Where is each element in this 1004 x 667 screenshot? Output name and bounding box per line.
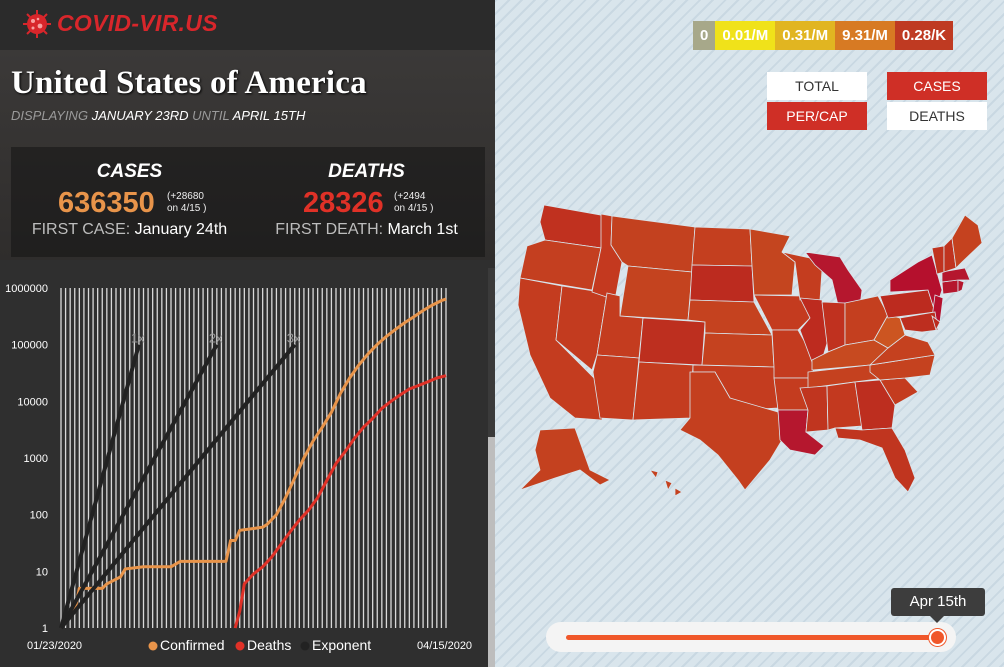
y-tick-label: 100000 (11, 340, 48, 352)
left-panel: COVID-VIR.US United States of America DI… (0, 0, 495, 667)
first-death: FIRST DEATH: March 1st (248, 221, 485, 239)
deaths-delta-amount: (+2494 (394, 191, 426, 202)
cases-delta-date: on 4/15 ) (167, 203, 207, 214)
deaths-delta: (+2494 on 4/15 ) (394, 191, 433, 215)
first-case-value: January 24th (134, 221, 228, 238)
state-nm[interactable] (632, 361, 694, 421)
cases-stat: CASES 636350 (+28680 on 4/15 ) FIRST CAS… (11, 147, 248, 239)
start-date: JANUARY 23RD (91, 108, 189, 123)
y-tick-label: 1000000 (5, 283, 48, 295)
cases-delta: (+28680 on 4/15 ) (167, 191, 206, 215)
first-case-label: FIRST CASE: (31, 221, 131, 238)
country-title: United States of America (11, 65, 367, 101)
slider-fill (566, 635, 938, 640)
app-title[interactable]: COVID-VIR.US (57, 10, 218, 37)
x-start-label: 01/23/2020 (27, 640, 82, 652)
series-line-exponent-3x[interactable] (59, 343, 297, 630)
y-tick-label: 1 (42, 623, 48, 635)
slider-tooltip-arrow (930, 616, 944, 623)
y-tick-label: 10000 (17, 396, 48, 408)
cases-title: CASES (96, 161, 163, 182)
exponent-label: 2x (209, 331, 223, 346)
state-ak[interactable] (519, 427, 611, 491)
state-nd[interactable] (691, 226, 753, 267)
cases-chart[interactable]: 1000000 100000 10000 1000 100 10 1 01/23/2020 04… (0, 268, 488, 667)
state-ks[interactable] (701, 332, 775, 368)
first-death-value: March 1st (387, 221, 458, 238)
legend-marker (300, 641, 310, 651)
legend-marker (235, 641, 245, 651)
deaths-delta-date: on 4/15 ) (394, 203, 434, 214)
until-label: UNTIL (192, 108, 230, 123)
end-date: APRIL 15TH (232, 108, 306, 123)
displaying-label: DISPLAYING (11, 108, 89, 123)
first-death-label: FIRST DEATH: (275, 221, 384, 238)
stats-box: CASES 636350 (+28680 on 4/15 ) FIRST CAS… (11, 147, 485, 257)
y-tick-label: 10 (36, 566, 48, 578)
deaths-title: DEATHS (328, 161, 405, 182)
legend-marker (148, 641, 158, 651)
legend-label[interactable]: Deaths (247, 637, 291, 653)
state-mt[interactable] (610, 215, 696, 273)
deaths-value: 28326 (303, 187, 384, 219)
state-wy[interactable] (619, 265, 693, 321)
state-ri[interactable] (957, 279, 965, 293)
state-mn[interactable] (749, 228, 796, 296)
slider-handle[interactable] (929, 629, 946, 646)
state-az[interactable] (592, 354, 640, 421)
series-line-exponent-1x[interactable] (59, 344, 141, 629)
state-me[interactable] (951, 214, 983, 269)
us-map[interactable] (495, 0, 1004, 667)
y-tick-label: 1000 (24, 453, 48, 465)
cases-delta-amount: (+28680 (167, 191, 204, 202)
deaths-stat: DEATHS 28326 (+2494 on 4/15 ) FIRST DEAT… (248, 147, 485, 239)
state-hi[interactable] (649, 469, 683, 497)
date-range: DISPLAYING JANUARY 23RD UNTIL APRIL 15TH (11, 108, 305, 123)
state-co[interactable] (638, 317, 706, 366)
scrollbar-thumb[interactable] (488, 437, 495, 667)
x-end-label: 04/15/2020 (417, 640, 472, 652)
header: United States of America DISPLAYING JANU… (0, 50, 495, 260)
legend-label[interactable]: Exponent (312, 637, 371, 653)
chart-panel[interactable]: 1000000 100000 10000 1000 100 10 1 01/23/2020 04… (0, 268, 488, 667)
slider-tooltip: Apr 15th (891, 588, 985, 616)
cases-value: 636350 (58, 187, 155, 219)
first-case: FIRST CASE: January 24th (11, 221, 248, 239)
virus-icon[interactable] (22, 9, 52, 39)
state-sd[interactable] (689, 264, 755, 303)
exponent-label: 1x (131, 331, 145, 346)
y-tick-label: 100 (30, 510, 48, 522)
state-fl[interactable] (834, 427, 916, 493)
legend-label[interactable]: Confirmed (160, 637, 225, 653)
top-bar: COVID-VIR.US (0, 0, 495, 50)
exponent-label: 3x (287, 331, 301, 346)
